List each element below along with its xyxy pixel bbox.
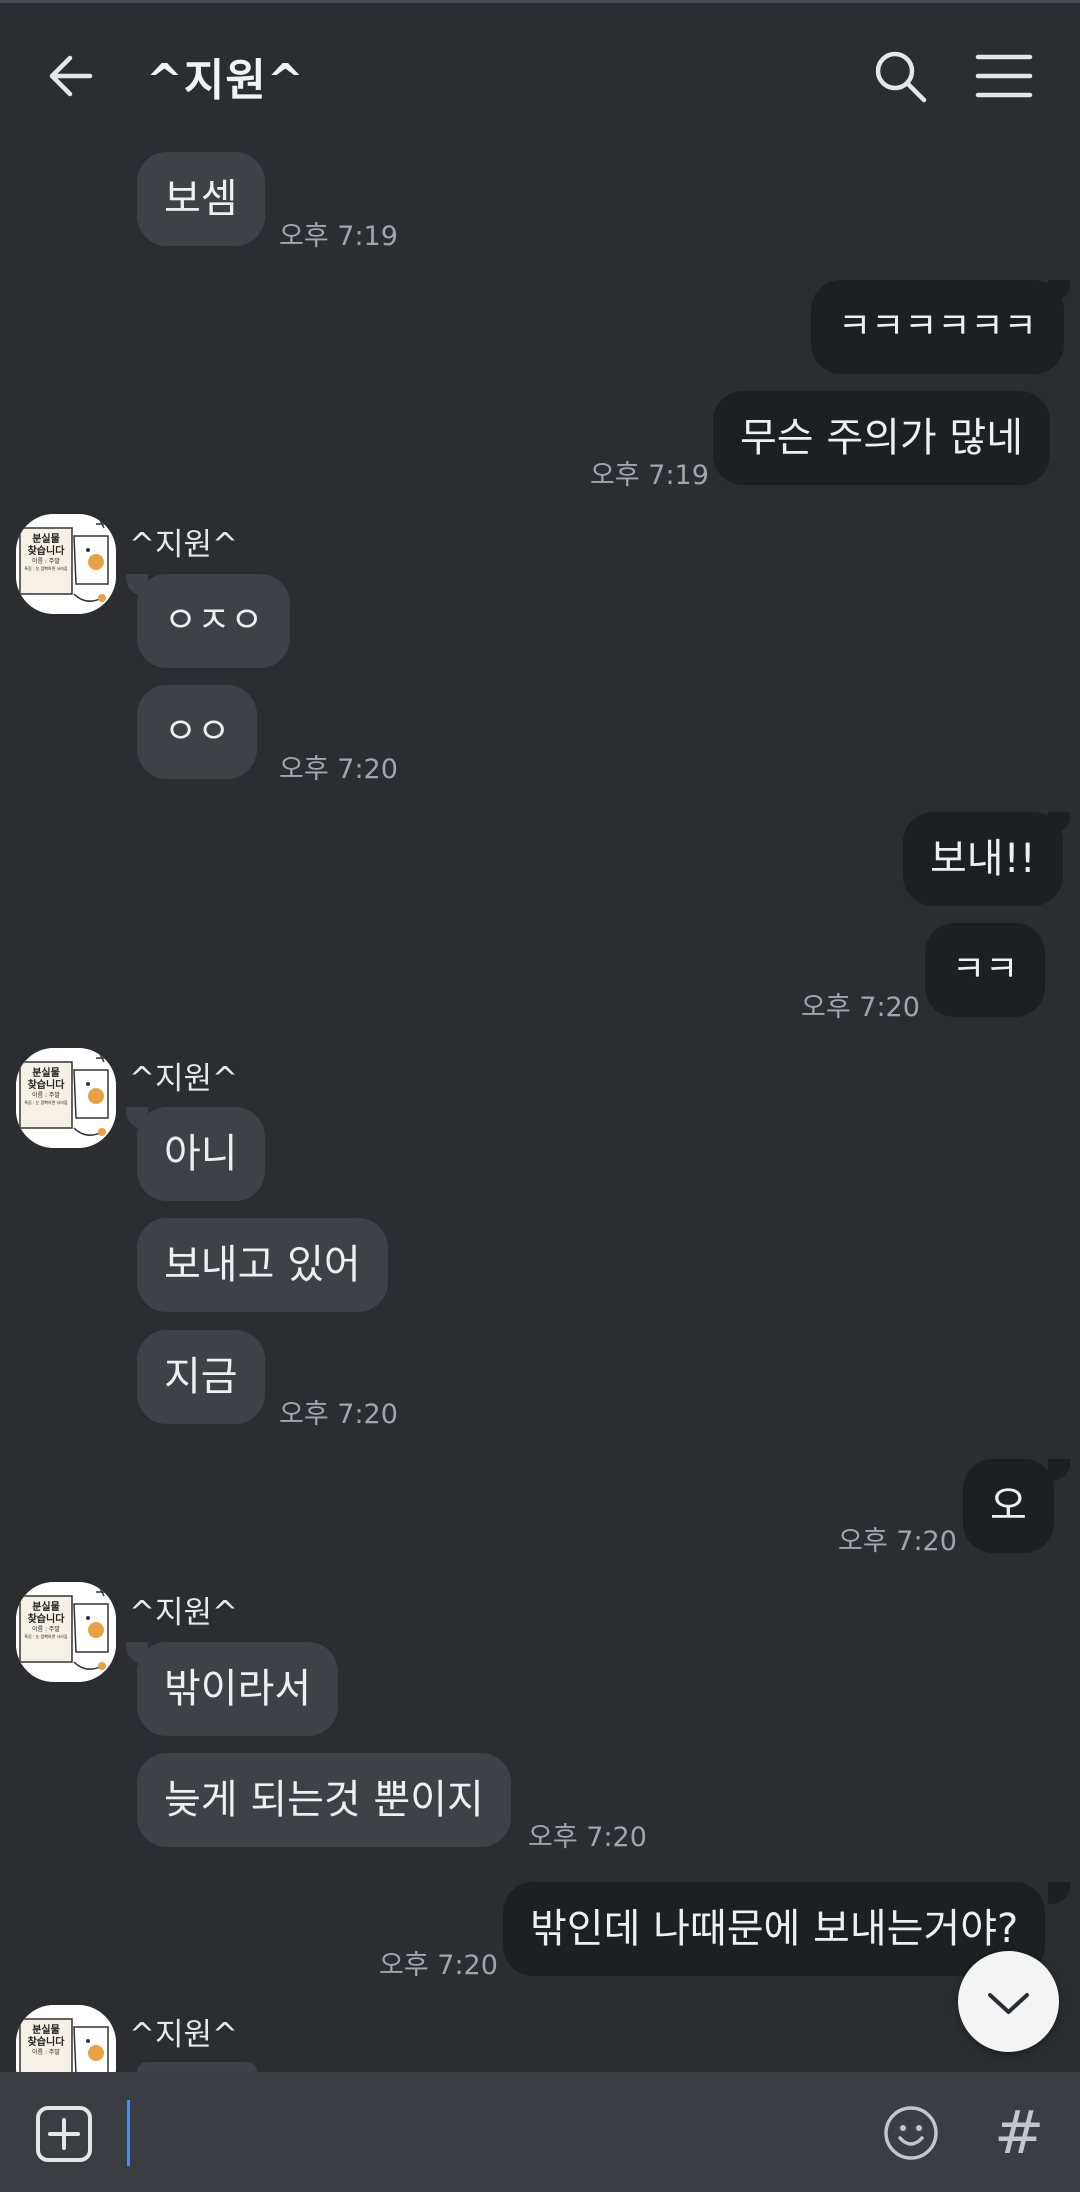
sender-name: ^지원^ — [129, 1595, 238, 1631]
sender-name: ^지원^ — [129, 2017, 238, 2053]
message-time: 오후 7:20 — [279, 1399, 398, 1430]
message-time: 오후 7:20 — [838, 1526, 957, 1557]
avatar-sticker-text: 분실물 — [32, 534, 60, 545]
message-bubble[interactable]: 보셈 — [137, 152, 265, 246]
bubble-tail — [1048, 1882, 1070, 1904]
avatar[interactable]: 분실물 찾습니다 이름 : 주말 특징 : 눈 깜빡하면 사라짐 — [16, 514, 116, 614]
avatar-sticker-text: 분실물 — [32, 1068, 60, 1079]
search-icon[interactable] — [872, 48, 928, 104]
message-time: 오후 7:20 — [528, 1822, 647, 1853]
avatar-sticker-text: 특징 : 눈 깜빡하면 사라짐 — [24, 566, 68, 571]
message-bubble[interactable]: 무슨 주의가 많네 — [713, 391, 1051, 485]
avatar-sticker-text: 찾습니다 — [27, 546, 65, 557]
plus-square-icon[interactable] — [34, 2104, 94, 2164]
avatar-sticker-text: 이름 : 주말 — [32, 2049, 60, 2056]
message-bubble[interactable]: 보내!! — [903, 812, 1063, 906]
avatar-sticker-text: 분실물 — [32, 1602, 60, 1613]
message-time: 오후 7:19 — [279, 221, 398, 252]
message-bubble[interactable]: ㅋㅋㅋㅋㅋㅋ — [811, 280, 1064, 374]
avatar-sticker-text: 찾습니다 — [27, 2037, 65, 2048]
message-bubble[interactable]: 늦게 되는것 뿐이지 — [137, 1753, 511, 1847]
message-input-field[interactable] — [127, 2100, 130, 2166]
avatar-sticker-text: 분실물 — [32, 2025, 60, 2036]
avatar[interactable]: 분실물 찾습니다 이름 : 주말 특징 : 눈 깜빡하면 사라짐 — [16, 1582, 116, 1682]
avatar-sticker-text: 특징 : 눈 깜빡하면 사라짐 — [24, 1634, 68, 1639]
message-time: 오후 7:20 — [379, 1950, 498, 1981]
message-bubble[interactable]: 밖이라서 — [137, 1642, 339, 1736]
message-bubble[interactable]: ㅇㅈㅇ — [137, 574, 291, 668]
message-bubble[interactable]: 보내고 있어 — [137, 1218, 388, 1312]
message-bubble[interactable]: 지금 — [137, 1330, 265, 1424]
message-time: 오후 7:20 — [801, 992, 920, 1023]
message-bubble[interactable]: ㅇㅇ — [137, 685, 258, 779]
message-time: 오후 7:20 — [279, 754, 398, 785]
hashtag-button[interactable]: # — [994, 2098, 1044, 2168]
avatar-sticker-text: 이름 : 주말 — [32, 1092, 60, 1099]
bubble-tail — [1048, 812, 1070, 834]
emoji-icon[interactable] — [882, 2104, 940, 2162]
bubble-tail — [1048, 280, 1070, 302]
avatar-sticker-text: 찾습니다 — [27, 1614, 65, 1625]
scroll-to-bottom-button[interactable] — [958, 1951, 1059, 2052]
chat-title: ^지원^ — [146, 55, 305, 106]
status-divider — [0, 0, 1080, 3]
avatar[interactable]: 분실물 찾습니다 이름 : 주말 특징 : 눈 깜빡하면 사라짐 — [16, 1048, 116, 1148]
avatar-sticker-text: 이름 : 주말 — [32, 1626, 60, 1633]
avatar-sticker-text: 찾습니다 — [27, 1080, 65, 1091]
chevron-down-icon — [988, 1993, 1029, 2014]
sender-name: ^지원^ — [129, 527, 238, 563]
arrow-left-icon[interactable] — [42, 46, 102, 106]
message-bubble[interactable]: ㅋㅋ — [925, 923, 1046, 1017]
bubble-tail — [1048, 1459, 1070, 1481]
avatar-sticker-text: 특징 : 눈 깜빡하면 사라짐 — [24, 1100, 68, 1105]
chat-header: ^지원^ — [0, 0, 1080, 150]
message-bubble[interactable]: 아니 — [137, 1107, 265, 1201]
sender-name: ^지원^ — [129, 1061, 238, 1097]
message-time: 오후 7:19 — [590, 460, 709, 491]
hamburger-menu-icon[interactable] — [974, 52, 1034, 100]
message-bubble[interactable]: 오 — [963, 1459, 1054, 1553]
avatar-sticker-text: 이름 : 주말 — [32, 558, 60, 565]
